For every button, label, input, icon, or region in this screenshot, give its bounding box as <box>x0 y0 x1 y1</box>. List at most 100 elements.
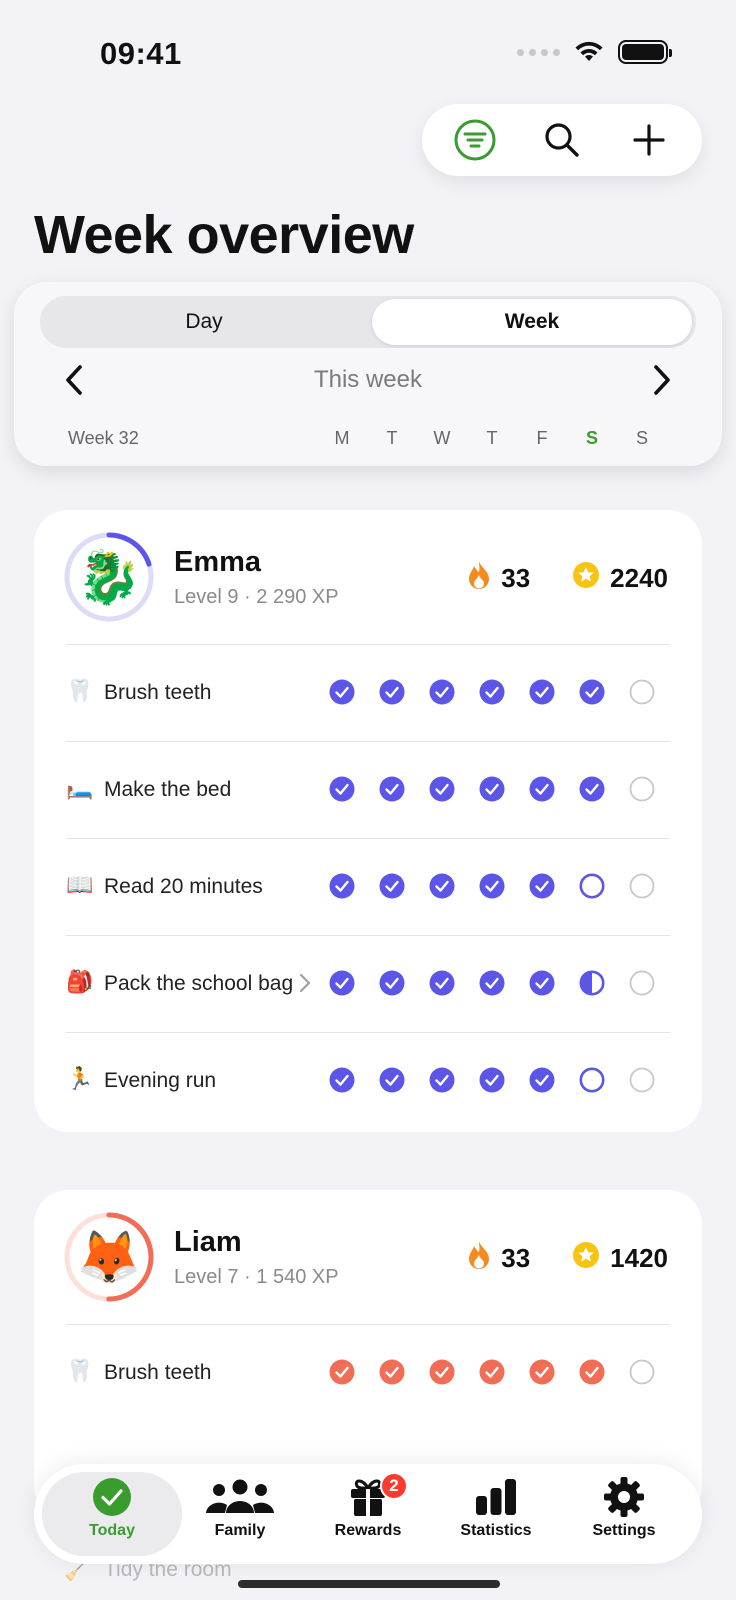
day-check-future[interactable] <box>629 970 655 996</box>
week-selector-panel: Day Week This week Week 32 MTWTFSS <box>14 282 722 466</box>
day-check-done[interactable] <box>479 970 505 996</box>
member-name: Liam <box>174 1226 242 1258</box>
day-check-done[interactable] <box>379 1359 405 1385</box>
coin-count: 2240 <box>610 563 668 593</box>
day-check-done[interactable] <box>479 679 505 705</box>
chevron-right-icon <box>299 973 311 993</box>
day-check-future[interactable] <box>629 1067 655 1093</box>
segment-day[interactable]: Day <box>40 296 368 348</box>
tab-statistics[interactable]: Statistics <box>432 1472 560 1556</box>
day-letter: T <box>486 428 498 448</box>
day-check-done[interactable] <box>529 679 555 705</box>
day-check-done[interactable] <box>379 873 405 899</box>
day-check-done[interactable] <box>529 1359 555 1385</box>
day-check-open[interactable] <box>579 1067 605 1093</box>
wifi-icon <box>575 41 603 61</box>
day-check-done[interactable] <box>529 873 555 899</box>
task-row[interactable]: 🛏️ Make the bed <box>34 742 702 838</box>
search-button[interactable] <box>532 110 592 170</box>
day-check-future[interactable] <box>629 776 655 802</box>
rewards-badge: 2 <box>380 1472 408 1500</box>
day-check-done[interactable] <box>329 873 355 899</box>
day-check-done[interactable] <box>429 1359 455 1385</box>
view-segmented-control: Day Week <box>40 296 696 348</box>
day-check-future[interactable] <box>629 873 655 899</box>
day-check-done[interactable] <box>329 776 355 802</box>
member-header[interactable]: 🦊 Liam Level 7 · 1 540 XP 33 1420 <box>34 1190 702 1324</box>
task-label: Evening run <box>104 1069 217 1092</box>
task-row[interactable]: 🦷 Brush teeth <box>34 1325 702 1421</box>
segment-week[interactable]: Week <box>372 299 692 345</box>
tab-settings[interactable]: Settings <box>560 1472 688 1556</box>
tab-label: Settings <box>592 1522 656 1539</box>
day-check-done[interactable] <box>479 1067 505 1093</box>
search-icon <box>545 123 579 157</box>
task-label: Brush teeth <box>104 1361 212 1384</box>
filter-button[interactable] <box>445 110 505 170</box>
streak-count: 33 <box>501 563 531 593</box>
day-check-done[interactable] <box>429 679 455 705</box>
task-label: Brush teeth <box>104 681 212 704</box>
home-indicator[interactable] <box>238 1580 500 1588</box>
period-label: This week <box>313 366 423 393</box>
day-check-open[interactable] <box>579 873 605 899</box>
day-check-done[interactable] <box>479 776 505 802</box>
day-check-done[interactable] <box>529 776 555 802</box>
star-coin-icon <box>572 1241 600 1276</box>
flame-icon <box>467 1240 491 1277</box>
avatar[interactable]: 🦊 <box>62 1210 156 1304</box>
task-row[interactable]: 🏃 Evening run <box>34 1033 702 1129</box>
flame-icon <box>467 560 491 597</box>
tab-label: Today <box>89 1522 135 1539</box>
chevron-right-icon <box>654 365 670 395</box>
day-check-done[interactable] <box>379 1067 405 1093</box>
tab-today[interactable]: Today <box>42 1472 182 1556</box>
day-check-future[interactable] <box>629 679 655 705</box>
tab-label: Rewards <box>334 1522 402 1539</box>
toolbar-actions <box>422 104 702 176</box>
star-coin-icon <box>572 561 600 596</box>
day-check-done[interactable] <box>529 1067 555 1093</box>
next-week-button[interactable] <box>642 360 682 400</box>
streak-count: 33 <box>501 1243 531 1273</box>
avatar[interactable]: 🐉 <box>62 530 156 624</box>
day-check-future[interactable] <box>629 1359 655 1385</box>
day-check-half[interactable] <box>579 970 605 996</box>
member-header[interactable]: 🐉 Emma Level 9 · 2 290 XP 33 2240 <box>34 510 702 644</box>
day-letter: T <box>386 428 398 448</box>
day-check-done[interactable] <box>329 1359 355 1385</box>
task-emoji-icon: 🎒 <box>66 970 94 995</box>
member-stats: 33 1420 <box>467 1240 668 1277</box>
tab-rewards[interactable]: 2 Rewards <box>304 1472 432 1556</box>
task-emoji-icon: 🏃 <box>66 1067 94 1092</box>
day-check-done[interactable] <box>429 776 455 802</box>
task-row[interactable]: 🦷 Brush teeth <box>34 645 702 741</box>
day-check-done[interactable] <box>329 1067 355 1093</box>
day-check-done[interactable] <box>479 1359 505 1385</box>
task-row[interactable]: 📖 Read 20 minutes <box>34 839 702 935</box>
day-check-done[interactable] <box>379 679 405 705</box>
add-button[interactable] <box>619 110 679 170</box>
day-check-done[interactable] <box>379 776 405 802</box>
day-check-done[interactable] <box>479 873 505 899</box>
day-check-done[interactable] <box>429 1067 455 1093</box>
day-check-done[interactable] <box>579 1359 605 1385</box>
day-check-done[interactable] <box>329 970 355 996</box>
task-emoji-icon: 📖 <box>66 873 94 898</box>
day-check-done[interactable] <box>379 970 405 996</box>
day-letter: F <box>536 428 548 448</box>
tab-family[interactable]: Family <box>176 1472 304 1556</box>
task-label: Pack the school bag <box>104 972 294 995</box>
day-check-done[interactable] <box>579 776 605 802</box>
task-row[interactable]: 🎒 Pack the school bag <box>34 936 702 1032</box>
page-title: Week overview <box>34 205 414 265</box>
day-check-done[interactable] <box>429 970 455 996</box>
day-check-done[interactable] <box>529 970 555 996</box>
task-label: Read 20 minutes <box>104 875 263 898</box>
day-check-done[interactable] <box>329 679 355 705</box>
day-check-done[interactable] <box>429 873 455 899</box>
task-emoji-icon: 🦷 <box>66 1359 94 1384</box>
day-check-done[interactable] <box>579 679 605 705</box>
member-name: Emma <box>174 546 262 578</box>
status-time: 09:41 <box>100 36 182 71</box>
